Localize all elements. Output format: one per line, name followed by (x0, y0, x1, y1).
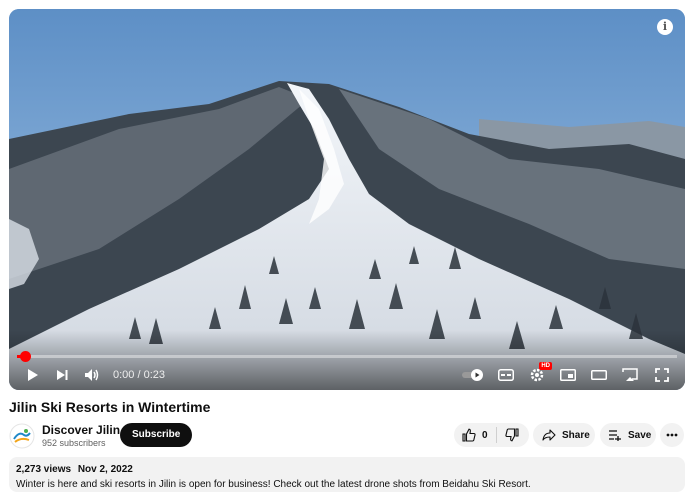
upload-date: Nov 2, 2022 (77, 464, 133, 475)
miniplayer-icon[interactable] (558, 366, 578, 384)
dislike-button[interactable] (497, 423, 519, 447)
share-icon (542, 429, 556, 441)
subscribe-button[interactable]: Subscribe (120, 423, 193, 447)
save-label: Save (628, 429, 652, 441)
progress-bar[interactable] (17, 351, 677, 362)
like-count: 0 (482, 429, 488, 441)
channel-avatar[interactable] (9, 423, 35, 449)
like-button[interactable]: 0 (454, 423, 496, 447)
next-icon[interactable] (52, 366, 72, 384)
more-horizontal-icon (666, 433, 678, 437)
settings-icon[interactable]: HD (527, 362, 552, 384)
autoplay-toggle-icon[interactable] (461, 366, 485, 384)
more-actions-button[interactable] (660, 423, 684, 447)
subscriber-count: 952 subscribers (42, 438, 106, 448)
thumbs-up-icon (462, 428, 476, 442)
theater-icon[interactable] (589, 366, 609, 384)
save-playlist-icon (609, 430, 621, 441)
time-display: 0:00 / 0:23 (113, 369, 165, 381)
description-meta: 2,273 views Nov 2, 2022 (16, 464, 678, 475)
thumbs-down-icon (504, 428, 519, 442)
fullscreen-icon[interactable] (652, 366, 672, 384)
save-button[interactable]: Save (600, 423, 656, 447)
cast-icon[interactable] (620, 366, 640, 384)
view-count: 2,273 views (16, 464, 72, 475)
share-button[interactable]: Share (533, 423, 595, 447)
description-box[interactable]: 2,273 views Nov 2, 2022 Winter is here a… (9, 457, 685, 492)
play-icon[interactable] (22, 366, 42, 384)
captions-icon[interactable] (496, 366, 516, 384)
video-title: Jilin Ski Resorts in Wintertime (9, 399, 211, 415)
share-label: Share (562, 429, 590, 441)
channel-name[interactable]: Discover Jilin (42, 423, 120, 437)
volume-icon[interactable] (82, 366, 102, 384)
like-dislike-group: 0 (454, 423, 529, 447)
video-player[interactable]: i 0:00 / 0:23 HD (9, 9, 685, 390)
description-text: Winter is here and ski resorts in Jilin … (16, 479, 531, 490)
player-controls: 0:00 / 0:23 HD (9, 360, 685, 390)
hd-badge: HD (539, 362, 552, 370)
info-icon[interactable]: i (657, 19, 673, 35)
channel-logo-icon (9, 423, 35, 449)
